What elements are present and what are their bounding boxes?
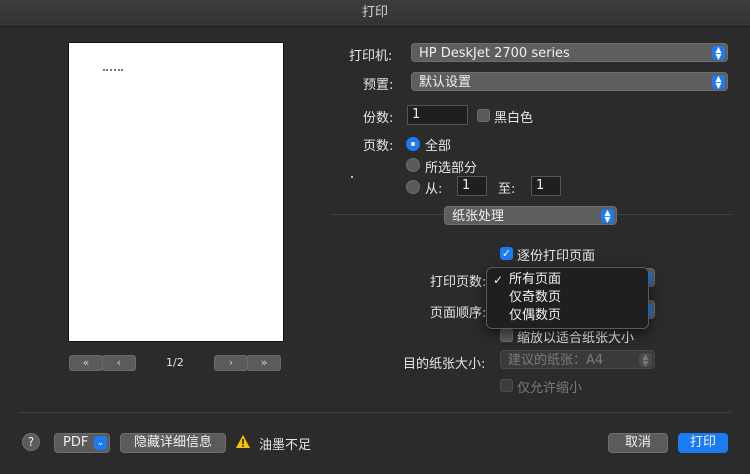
printer-label: 打印机: <box>349 49 393 64</box>
page-preview <box>68 42 284 342</box>
pdf-label: PDF <box>63 435 89 450</box>
pages-all-radio[interactable] <box>406 137 420 151</box>
pages-all-label: 全部 <box>425 139 452 154</box>
presets-value: 默认设置 <box>419 75 472 90</box>
pdf-button[interactable]: PDF ⌄ <box>54 433 110 453</box>
pages-to-print-label: 打印页数: <box>430 275 487 290</box>
pages-to-label: 至: <box>498 182 516 197</box>
pages-label: 页数: <box>363 139 394 154</box>
pages-selection-radio[interactable] <box>406 158 420 172</box>
printer-select[interactable]: HP DeskJet 2700 series ▲ ▼ <box>411 43 728 62</box>
footer-divider <box>20 412 731 413</box>
warning-text: 油墨不足 <box>259 438 312 453</box>
checkmark-icon: ✓ <box>493 273 504 287</box>
scale-to-fit-label: 缩放以适合纸张大小 <box>517 331 635 346</box>
help-button[interactable]: ? <box>22 433 40 451</box>
menu-item-all-pages[interactable]: ✓ 所有页面 <box>487 271 648 289</box>
hide-details-button[interactable]: 隐藏详细信息 <box>120 433 226 453</box>
copies-input[interactable]: 1 <box>407 105 468 125</box>
presets-label: 预置: <box>363 78 394 93</box>
pages-from-input[interactable]: 1 <box>457 176 487 196</box>
window-title: 打印 <box>0 0 750 27</box>
section-select[interactable]: 纸张处理 ▲ ▼ <box>444 206 617 225</box>
printer-value: HP DeskJet 2700 series <box>419 46 570 61</box>
prev-page-button[interactable]: ‹ <box>102 355 136 371</box>
scale-down-only-label: 仅允许缩小 <box>517 381 583 396</box>
first-page-button[interactable]: « <box>69 355 103 371</box>
pages-to-input[interactable]: 1 <box>531 176 561 196</box>
bw-checkbox[interactable] <box>477 109 490 122</box>
page-order-label: 页面顺序: <box>430 306 487 321</box>
select-stepper-icon: ▲▼ <box>601 209 614 224</box>
section-select-value: 纸张处理 <box>452 209 505 224</box>
presets-select[interactable]: 默认设置 ▲ ▼ <box>411 72 728 91</box>
scale-to-fit-checkbox[interactable] <box>500 329 513 342</box>
select-stepper-icon: ▲▼ <box>712 75 725 90</box>
menu-item-label: 所有页面 <box>509 272 562 287</box>
select-stepper-icon: ▲▼ <box>639 353 652 368</box>
last-page-button[interactable]: » <box>247 355 281 371</box>
dest-size-select[interactable]: 建议的纸张：A4 ▲ ▼ <box>500 350 655 369</box>
collate-checkbox[interactable]: ✓ <box>500 247 513 260</box>
preview-text-line <box>103 69 123 73</box>
chevron-down-icon: ⌄ <box>94 436 107 450</box>
menu-item-label: 仅奇数页 <box>509 290 562 305</box>
print-button[interactable]: 打印 <box>678 433 728 453</box>
scale-down-only-checkbox[interactable] <box>500 379 513 392</box>
menu-item-label: 仅偶数页 <box>509 308 562 323</box>
menu-item-odd-pages[interactable]: 仅奇数页 <box>487 289 648 307</box>
decorative-dot <box>351 176 353 178</box>
bw-label: 黑白色 <box>494 111 534 126</box>
cancel-button[interactable]: 取消 <box>608 433 668 453</box>
page-indicator: 1/2 <box>166 356 184 369</box>
pages-range-label: 从: <box>425 182 443 197</box>
menu-item-even-pages[interactable]: 仅偶数页 <box>487 307 648 325</box>
warning-icon <box>236 435 250 448</box>
pages-selection-label: 所选部分 <box>425 161 478 176</box>
dest-size-label: 目的纸张大小: <box>403 357 486 372</box>
select-stepper-icon: ▲▼ <box>712 46 725 61</box>
copies-label: 份数: <box>363 111 394 126</box>
dest-size-value: 建议的纸张：A4 <box>508 353 604 368</box>
pages-to-print-menu: ✓ 所有页面 仅奇数页 仅偶数页 <box>486 267 649 329</box>
collate-label: 逐份打印页面 <box>517 249 596 264</box>
pages-range-radio[interactable] <box>406 180 420 194</box>
next-page-button[interactable]: › <box>214 355 248 371</box>
